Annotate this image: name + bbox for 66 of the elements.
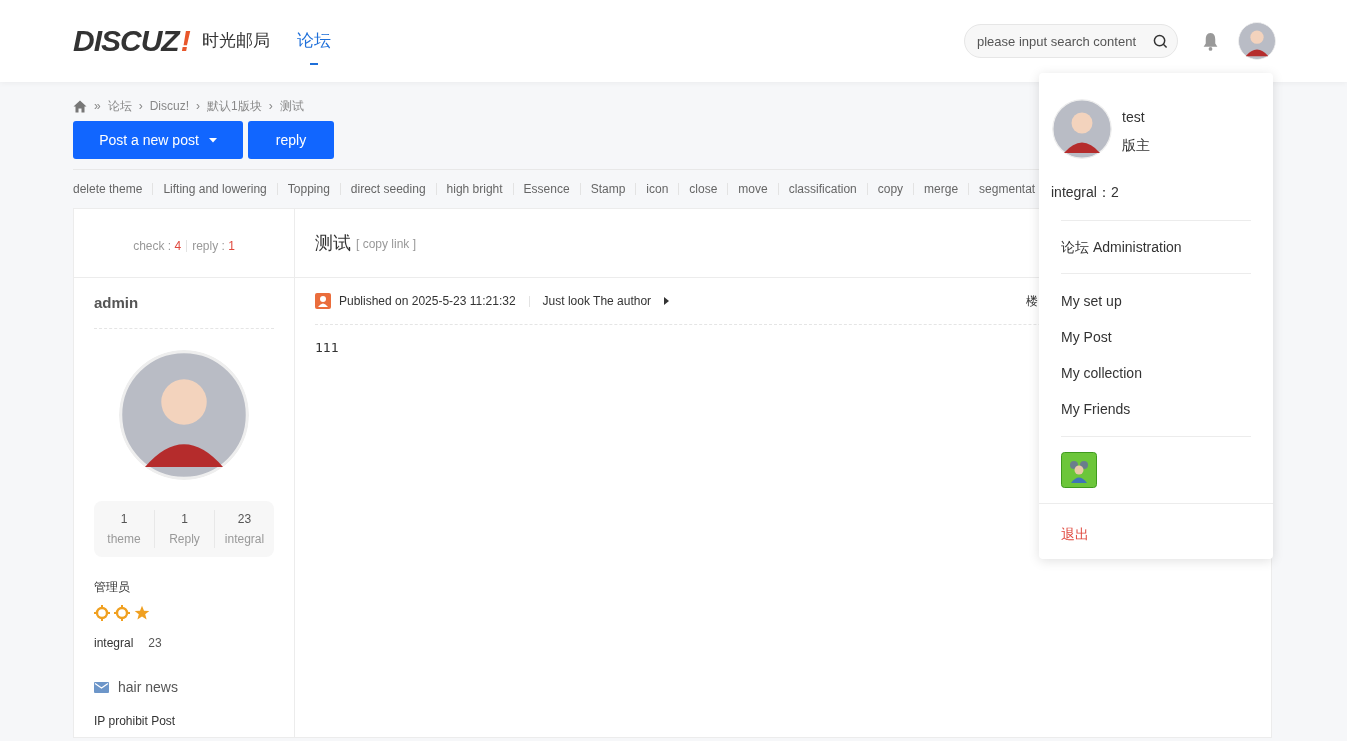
author-name[interactable]: admin xyxy=(94,278,274,329)
nav-tab[interactable]: 论坛 xyxy=(296,15,331,67)
sun-icon xyxy=(114,604,130,621)
stat-value: 23 xyxy=(236,510,253,528)
breadcrumb-link[interactable]: 论坛 xyxy=(107,97,132,115)
publish-date: Published on 2025-5-23 11:21:32 xyxy=(339,293,516,310)
breadcrumb-separator: › xyxy=(268,98,273,115)
post-body: 111 xyxy=(315,339,339,357)
message-link[interactable]: hair news xyxy=(118,676,178,698)
user-avatar[interactable] xyxy=(1052,99,1112,159)
integral-label: integral xyxy=(94,634,134,652)
avatar[interactable] xyxy=(1238,22,1276,60)
menu-link[interactable]: My set up xyxy=(1061,283,1251,319)
moderation-link[interactable]: icon xyxy=(635,183,679,195)
moderation-link[interactable]: direct seeding xyxy=(339,183,436,195)
sun-icon xyxy=(94,604,110,621)
user-integral: integral：2 xyxy=(1050,183,1120,202)
bell-icon[interactable] xyxy=(1202,31,1219,51)
moderation-link[interactable]: merge xyxy=(913,183,969,195)
moderation-link[interactable]: high bright xyxy=(435,183,513,195)
stat-value: 1 xyxy=(180,510,189,528)
user-group[interactable]: 管理员 xyxy=(94,577,274,596)
copy-link[interactable]: [ copy link ] xyxy=(356,235,417,253)
moderation-link[interactable]: delete theme xyxy=(73,183,153,195)
ip-ban-link[interactable]: IP prohibit Post xyxy=(94,711,274,730)
moderation-link[interactable]: move xyxy=(727,183,778,195)
stat-value: 1 xyxy=(119,510,129,528)
user-role: 版主 xyxy=(1122,136,1150,155)
caret-icon[interactable] xyxy=(664,297,670,305)
author-icon xyxy=(315,293,331,309)
floor-label: 楼 xyxy=(1026,293,1038,310)
mail-icon xyxy=(94,681,109,693)
moderation-link[interactable]: copy xyxy=(866,183,914,195)
menu-link[interactable]: My Friends xyxy=(1061,391,1251,427)
moderation-link[interactable]: Essence xyxy=(512,183,580,195)
moderation-link[interactable]: Topping xyxy=(276,183,340,195)
nav-tab[interactable]: 时光邮局 xyxy=(201,15,270,67)
breadcrumb-link[interactable]: 测试 xyxy=(279,97,304,115)
new-post-button[interactable]: Post a new post xyxy=(73,121,243,159)
reply-button[interactable]: reply xyxy=(248,121,334,159)
group-icon[interactable] xyxy=(1061,452,1097,488)
breadcrumb-separator: › xyxy=(196,98,201,115)
search-field[interactable]: please input search content xyxy=(964,24,1178,58)
home-icon[interactable] xyxy=(73,99,87,113)
logo[interactable]: DISCUZ! xyxy=(73,26,190,56)
moderation-link[interactable]: Stamp xyxy=(579,183,636,195)
menu-link[interactable]: My collection xyxy=(1061,355,1251,391)
username[interactable]: test xyxy=(1122,107,1150,128)
search-icon[interactable] xyxy=(1153,34,1168,49)
breadcrumb-link[interactable]: 默认1版块 xyxy=(207,97,262,115)
logout-link[interactable]: 退出 xyxy=(1061,524,1251,545)
moderation-link[interactable]: classification xyxy=(777,183,867,195)
admin-link[interactable]: 论坛 Administration xyxy=(1061,221,1251,273)
thread-title: 测试 xyxy=(315,231,351,255)
breadcrumb-link[interactable]: Discuz! xyxy=(149,97,190,115)
thread-stat: reply : 1 xyxy=(186,240,240,252)
breadcrumb-separator: › xyxy=(138,98,143,115)
thread-stat: check : 4 xyxy=(132,238,183,255)
integral-value: 23 xyxy=(148,634,162,652)
moderation-link[interactable]: Lifting and lowering xyxy=(152,183,277,195)
only-author-link[interactable]: Just look The author xyxy=(542,292,652,310)
star-icon xyxy=(134,604,150,621)
menu-link[interactable]: My Post xyxy=(1061,319,1251,355)
moderation-link[interactable]: close xyxy=(678,183,728,195)
breadcrumb-separator: » xyxy=(94,98,101,115)
author-avatar[interactable] xyxy=(119,349,249,480)
